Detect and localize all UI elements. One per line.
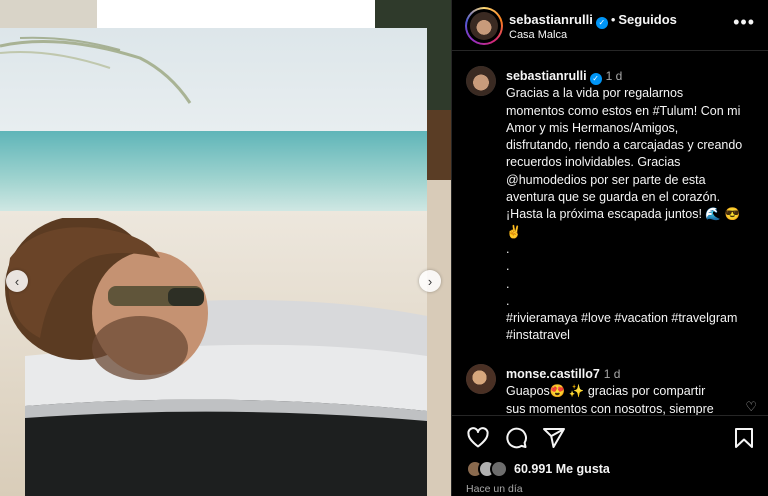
caption-line: recuerdos inolvidables. Gracias [506, 155, 681, 170]
caption-line: aventura que se guarda en el corazón. [506, 190, 721, 205]
caption-line: Gracias a la vida por regalarnos [506, 86, 684, 101]
photo-man [5, 218, 208, 380]
likes-count[interactable]: 60.991 Me gusta [514, 462, 610, 476]
likes-row[interactable]: 60.991 Me gusta [466, 459, 610, 479]
caption-line: . [506, 276, 510, 291]
commenter-username[interactable]: monse.castillo7 [506, 367, 600, 381]
action-bar [466, 426, 756, 452]
comment-time: 1 d [603, 367, 621, 381]
header-author-line: sebastianrulli ✓ • Seguidos [509, 11, 677, 29]
author-username[interactable]: sebastianrulli [509, 12, 593, 27]
verified-badge-icon: ✓ [595, 17, 608, 29]
caption-line: . [506, 241, 510, 256]
comment-icon[interactable] [504, 426, 528, 450]
chevron-left-icon[interactable]: ‹ [6, 270, 28, 292]
background-white-panel [97, 0, 375, 28]
comment-line: Guapos😍 ✨ gracias por compartir [506, 384, 706, 399]
caption-hashtags[interactable]: #instatravel [506, 327, 756, 344]
post-media[interactable]: ‹ › [0, 0, 451, 496]
comment-like-heart-icon[interactable]: ♡ [745, 399, 757, 415]
photo-palm-leaves [0, 36, 192, 104]
commenter-avatar[interactable] [466, 364, 496, 394]
verified-badge-icon: ✓ [589, 73, 602, 85]
post-side-panel: sebastianrulli ✓ • Seguidos Casa Malca ••• … [451, 0, 768, 496]
caption-time: 1 d [605, 69, 623, 83]
avatar-face [470, 12, 498, 40]
heart-icon[interactable] [466, 426, 490, 450]
caption-line: disfrutando, riendo a carcajadas y crean… [506, 138, 743, 153]
post-location[interactable]: Casa Malca [509, 29, 567, 41]
follow-status-button[interactable]: Seguidos [618, 12, 677, 27]
caption-line: . [506, 293, 510, 308]
caption-line: momentos como estos en #Tulum! Con mi [506, 103, 741, 118]
caption-line: @humodedios por ser parte de esta [506, 172, 706, 187]
caption-line: ✌️ [506, 224, 522, 239]
comments-section[interactable]: sebastianrulli ✓ 1 d Gracias a la vida por… [452, 52, 768, 415]
caption-line: Amor y mis Hermanos/Amigos, [506, 120, 679, 135]
liker-avatar [490, 460, 508, 478]
share-icon[interactable] [542, 426, 566, 450]
caption-line: . [506, 259, 510, 274]
caption-avatar[interactable] [466, 66, 496, 96]
post-photo [0, 28, 427, 496]
bookmark-icon[interactable] [732, 426, 756, 450]
background-sand [427, 180, 451, 496]
post-footer: 60.991 Me gusta Hace un día [452, 415, 768, 496]
background-wood [427, 110, 451, 180]
post-timestamp[interactable]: Hace un día [466, 483, 523, 495]
caption-text: sebastianrulli ✓ 1 d Gracias a la vida por… [506, 68, 756, 345]
chevron-right-icon[interactable]: › [419, 270, 441, 292]
author-avatar[interactable] [465, 7, 503, 45]
caption-username[interactable]: sebastianrulli [506, 69, 587, 83]
comment-line: sus momentos con nosotros, siempre [506, 401, 714, 415]
comment-text: monse.castillo7 1 d Guapos😍 ✨ gracias por… [506, 366, 756, 415]
separator-dot: • [610, 12, 616, 27]
caption-hashtags[interactable]: #rivieramaya #love #vacation #travelgram [506, 310, 756, 327]
photo-sea [0, 131, 427, 211]
post-header: sebastianrulli ✓ • Seguidos Casa Malca ••• [452, 0, 768, 51]
caption-line: ¡Hasta la próxima escapada juntos! 🌊 😎 [506, 207, 741, 222]
more-horizontal-icon[interactable]: ••• [733, 12, 755, 33]
